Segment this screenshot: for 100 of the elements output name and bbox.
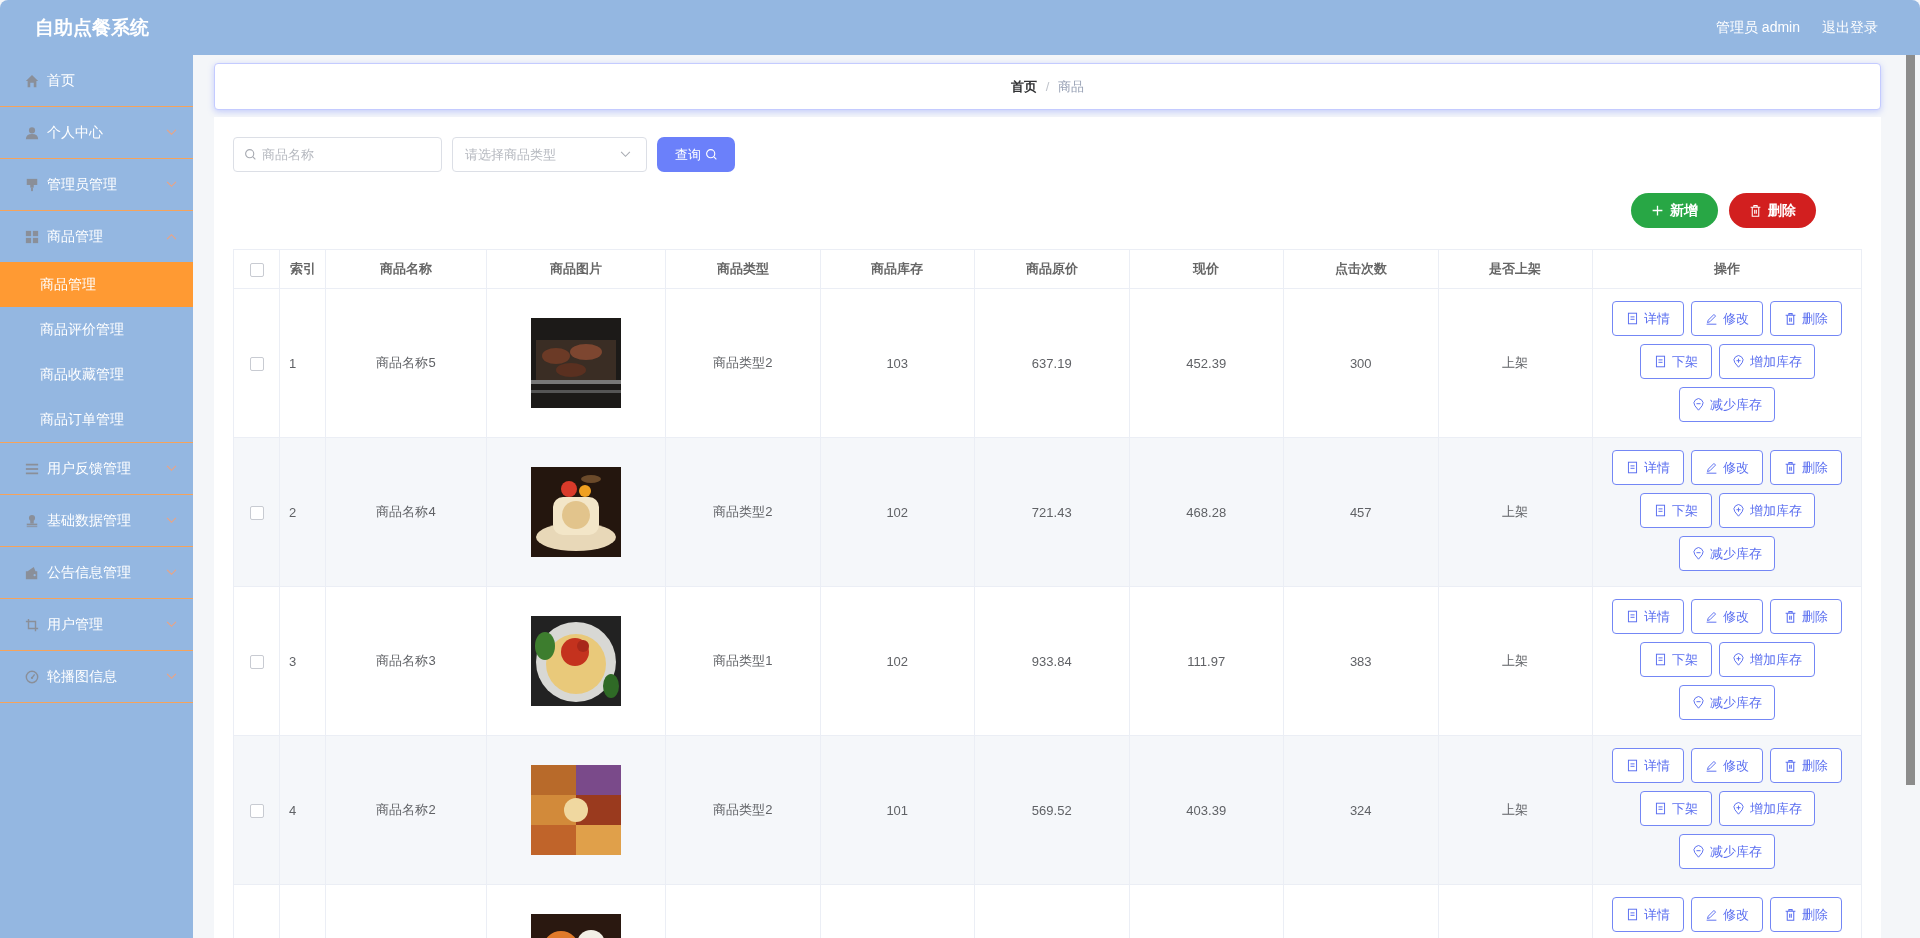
search-field[interactable]: 商品名称: [233, 137, 442, 172]
table-cell: 上架: [1502, 802, 1529, 817]
row-action-button[interactable]: 减少库存: [1679, 685, 1775, 720]
table-cell: 商品类型1: [713, 653, 773, 668]
row-action-button[interactable]: 修改: [1691, 599, 1763, 634]
row-action-button[interactable]: 减少库存: [1679, 834, 1775, 869]
breadcrumb-link[interactable]: 首页: [1010, 77, 1037, 96]
table-cell: 上架: [1502, 504, 1529, 519]
row-action-button[interactable]: 详情: [1612, 897, 1684, 932]
checkbox[interactable]: [249, 654, 264, 669]
pencil-icon: [1705, 759, 1718, 772]
row-action-button[interactable]: 删除: [1770, 897, 1842, 932]
table-cell: 637.19: [1031, 355, 1072, 371]
gauge-icon: [25, 669, 39, 684]
table-cell: 300: [1349, 355, 1372, 371]
row-action-button[interactable]: 下架: [1639, 344, 1712, 379]
delete-button[interactable]: 删除: [1729, 193, 1816, 228]
document-icon: [1653, 653, 1667, 666]
row-action-button[interactable]: 删除: [1770, 450, 1842, 485]
row-action-button[interactable]: 增加库存: [1718, 493, 1815, 528]
document-icon: [1653, 504, 1667, 517]
pin-minus-icon: [1692, 547, 1705, 560]
pencil-icon: [1705, 610, 1718, 623]
column-header: 点击次数: [1334, 261, 1387, 276]
pin-minus-icon: [1692, 696, 1705, 709]
row-action-button[interactable]: 删除: [1770, 599, 1842, 634]
row-action-button[interactable]: 详情: [1612, 748, 1684, 783]
row-action-button[interactable]: 删除: [1770, 748, 1842, 783]
row-action-button[interactable]: 详情: [1612, 301, 1684, 336]
row-action-button[interactable]: 详情: [1612, 450, 1684, 485]
breadcrumb-separator: /: [1045, 79, 1050, 94]
user-icon: [25, 125, 39, 140]
row-action-button[interactable]: 下架: [1639, 791, 1712, 826]
row-action-button[interactable]: 删除: [1770, 301, 1842, 336]
plus-icon: [1651, 204, 1664, 217]
row-action-button[interactable]: 修改: [1691, 450, 1763, 485]
table-cell: 102: [886, 504, 909, 520]
table-cell: 457: [1349, 504, 1372, 520]
row-action-button[interactable]: 增加库存: [1718, 642, 1815, 677]
stamp-icon: [25, 513, 39, 528]
row-action-button[interactable]: 修改: [1691, 748, 1763, 783]
type-select[interactable]: 请选择商品类型: [452, 137, 647, 172]
search-icon: [704, 148, 718, 161]
row-action-button[interactable]: 增加库存: [1718, 344, 1815, 379]
column-header: 商品名称: [380, 261, 432, 276]
checkbox[interactable]: [249, 262, 264, 277]
column-header: 现价: [1193, 261, 1220, 276]
row-action-button[interactable]: 修改: [1691, 897, 1763, 932]
table-cell: 上架: [1502, 355, 1529, 370]
table-cell: 商品名称5: [376, 355, 436, 370]
column-header: 索引: [289, 261, 316, 276]
user-label: 管理员 admin: [1715, 18, 1800, 37]
table-cell: 1: [289, 355, 297, 371]
table-cell: 2: [289, 504, 297, 520]
table-cell: 3: [289, 653, 297, 669]
scrollbar[interactable]: [1906, 55, 1915, 785]
table-cell: 商品名称4: [376, 504, 436, 519]
table-cell: 商品名称2: [376, 802, 436, 817]
row-action-button[interactable]: 下架: [1639, 642, 1712, 677]
pencil-icon: [1705, 312, 1718, 325]
column-header: 商品类型: [716, 261, 769, 276]
row-action-button[interactable]: 详情: [1612, 599, 1684, 634]
app-title: 自助点餐系统: [35, 15, 149, 40]
row-action-button[interactable]: 修改: [1691, 301, 1763, 336]
row-action-button[interactable]: 减少库存: [1679, 387, 1775, 422]
wallet-icon: [25, 565, 39, 580]
table-cell: 商品类型2: [713, 355, 773, 370]
pin-plus-icon: [1731, 653, 1745, 666]
row-action-button[interactable]: 减少库存: [1679, 536, 1775, 571]
row-action-button[interactable]: 下架: [1639, 493, 1712, 528]
pencil-icon: [1705, 461, 1718, 474]
table-cell: 452.39: [1186, 355, 1227, 371]
grid-icon: [25, 229, 39, 244]
chevron-down-icon: [620, 151, 631, 158]
crop-icon: [25, 617, 39, 632]
pin-minus-icon: [1692, 398, 1705, 411]
checkbox[interactable]: [249, 505, 264, 520]
pencil-icon: [1705, 908, 1718, 921]
table-cell: 324: [1349, 802, 1372, 818]
checkbox[interactable]: [249, 803, 264, 818]
checkbox[interactable]: [249, 356, 264, 371]
table-cell: 721.43: [1031, 504, 1072, 520]
trash-icon: [1784, 461, 1797, 474]
brush-icon: [25, 177, 39, 192]
document-icon: [1626, 312, 1639, 325]
breadcrumb-link[interactable]: 商品: [1058, 77, 1085, 96]
add-button[interactable]: 新增: [1631, 193, 1718, 228]
document-icon: [1653, 802, 1667, 815]
trash-icon: [1749, 204, 1762, 217]
row-action-button[interactable]: 增加库存: [1718, 791, 1815, 826]
table-cell: 111.97: [1187, 653, 1226, 669]
trash-icon: [1784, 759, 1797, 772]
query-button[interactable]: 查询: [657, 137, 735, 172]
table-cell: 403.39: [1186, 802, 1227, 818]
table-cell: 383: [1349, 653, 1372, 669]
table-cell: 上架: [1502, 653, 1529, 668]
list-icon: [25, 461, 39, 476]
search-icon: [244, 148, 257, 161]
document-icon: [1653, 355, 1667, 368]
table-cell: 468.28: [1186, 504, 1227, 520]
